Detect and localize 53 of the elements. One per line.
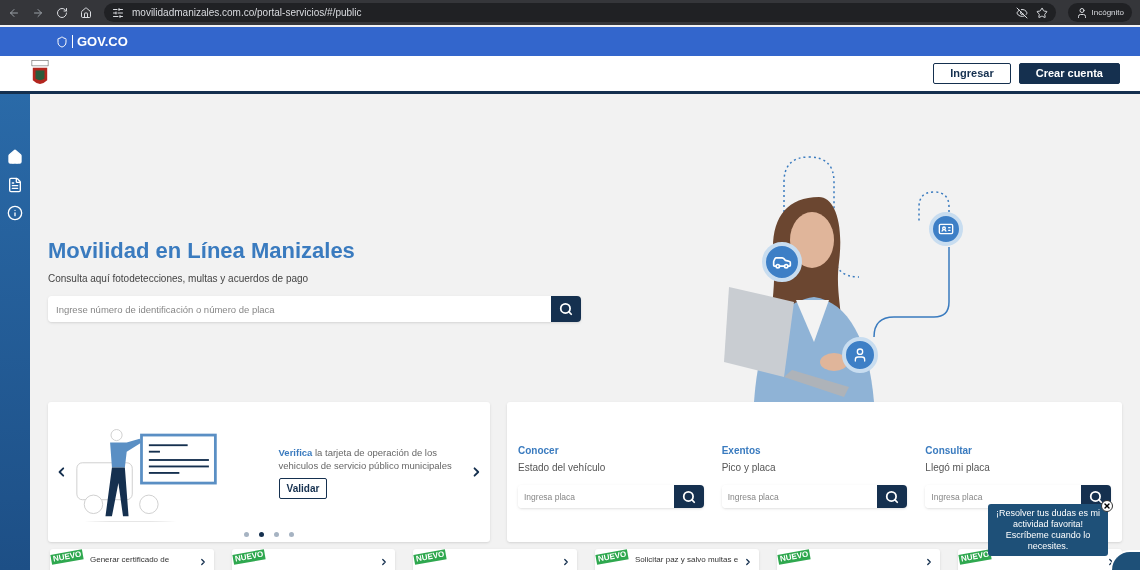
query-title: Consultar — [925, 444, 973, 458]
gov-logo-text[interactable]: GOV.CO — [72, 35, 128, 48]
query-title: Conocer — [518, 444, 560, 458]
back-icon[interactable] — [8, 6, 20, 19]
home-icon[interactable] — [80, 6, 92, 19]
page-title: Movilidad en Línea Manizales — [48, 237, 356, 265]
user-icon — [842, 337, 878, 373]
create-account-button[interactable]: Crear cuenta — [1018, 63, 1120, 84]
search-button[interactable] — [673, 485, 704, 508]
document-icon[interactable] — [7, 177, 23, 193]
search-field[interactable]: Ingrese número de identificación o número de placa — [48, 296, 551, 322]
plate-field[interactable]: Ingresa placa — [518, 485, 674, 508]
close-icon — [1103, 502, 1111, 510]
forward-icon[interactable] — [32, 6, 44, 19]
search-icon — [1089, 489, 1103, 504]
id-card-icon — [929, 212, 963, 246]
plate-field[interactable]: Ingresa placa — [721, 485, 878, 508]
new-ribbon: NUEVO — [777, 549, 811, 565]
service-title: Solicitar paz y salvo multas e — [635, 554, 740, 566]
search-button[interactable] — [551, 296, 581, 322]
eye-off-icon[interactable] — [1015, 6, 1028, 19]
shield-icon — [56, 35, 68, 48]
query-subtitle: Llegó mi placa — [925, 461, 991, 475]
service-card[interactable]: NUEVO Solicitar paz y salvo multas e — [595, 549, 759, 570]
login-button[interactable]: Ingresar — [933, 63, 1011, 84]
new-ribbon: NUEVO — [958, 549, 993, 565]
incognito-badge[interactable]: Incógnito — [1067, 3, 1132, 22]
query-subtitle: Pico y placa — [721, 461, 777, 475]
service-card[interactable]: NUEVO Generar certificado de — [50, 549, 214, 570]
search-button[interactable] — [877, 485, 908, 508]
new-ribbon: NUEVO — [50, 549, 85, 565]
address-bar[interactable]: movilidadmanizales.com.co/portal-servicios/#/public — [104, 3, 1056, 22]
query-title: Exentos — [721, 444, 762, 458]
bookmark-icon[interactable] — [1035, 6, 1048, 19]
reload-icon[interactable] — [56, 6, 68, 19]
car-icon — [762, 242, 802, 282]
search-icon — [559, 302, 573, 316]
search-icon — [885, 489, 900, 504]
new-ribbon: NUEVO — [413, 549, 448, 565]
validate-button[interactable]: Validar — [278, 477, 328, 499]
plate-field[interactable]: Ingresa placa — [925, 485, 1081, 508]
page-subtitle: Consulta aquí fotodetecciones, multas y acuerdos de pago — [48, 272, 310, 286]
chevron-icon — [561, 557, 571, 567]
new-ribbon: NUEVO — [595, 549, 630, 565]
url-text: movilidadmanizales.com.co/portal-servicios/#/public — [132, 6, 363, 20]
query-subtitle: Estado del vehículo — [518, 461, 607, 475]
carousel-text: Verifica la tarjeta de operación de los vehiculos de servicio público municipales — [278, 445, 453, 472]
new-ribbon: NUEVO — [232, 549, 266, 565]
chat-message: ¡Resolver tus dudas es mi actividad favorita! Escríbeme cuando lo necesites. — [994, 508, 1101, 552]
info-icon[interactable] — [7, 205, 23, 221]
site-settings-icon[interactable] — [112, 6, 124, 19]
search-icon — [681, 489, 696, 504]
service-title: Generar certificado de — [90, 554, 171, 566]
